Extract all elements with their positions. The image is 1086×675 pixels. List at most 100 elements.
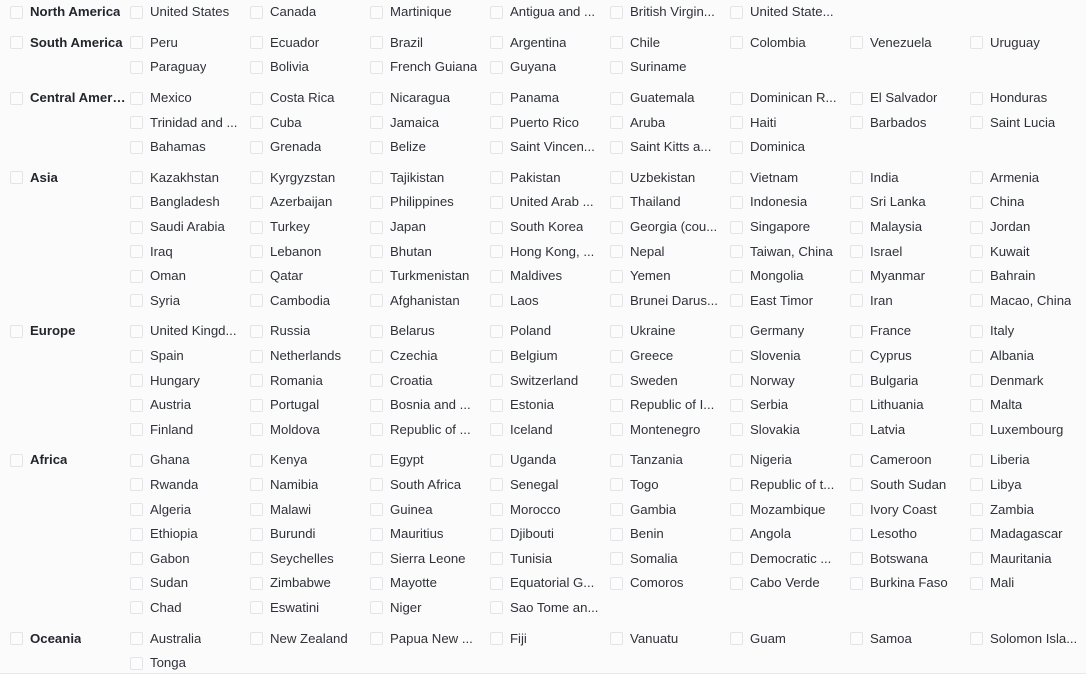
checkbox-unchecked-icon[interactable] bbox=[250, 36, 263, 50]
country-checkbox-togo[interactable]: Togo bbox=[610, 477, 730, 493]
country-checkbox-switzerland[interactable]: Switzerland bbox=[490, 373, 610, 389]
country-checkbox-eswatini[interactable]: Eswatini bbox=[250, 600, 370, 616]
checkbox-unchecked-icon[interactable] bbox=[730, 576, 743, 590]
checkbox-unchecked-icon[interactable] bbox=[250, 527, 263, 541]
checkbox-unchecked-icon[interactable] bbox=[490, 601, 503, 615]
checkbox-unchecked-icon[interactable] bbox=[970, 527, 983, 541]
checkbox-unchecked-icon[interactable] bbox=[130, 91, 143, 105]
country-checkbox-saint-vincen[interactable]: Saint Vincen... bbox=[490, 139, 610, 155]
country-checkbox-nepal[interactable]: Nepal bbox=[610, 244, 730, 260]
country-checkbox-cameroon[interactable]: Cameroon bbox=[850, 452, 970, 468]
country-checkbox-mexico[interactable]: Mexico bbox=[130, 90, 250, 106]
checkbox-unchecked-icon[interactable] bbox=[250, 195, 263, 209]
checkbox-unchecked-icon[interactable] bbox=[130, 453, 143, 467]
country-checkbox-china[interactable]: China bbox=[970, 194, 1086, 210]
country-checkbox-iceland[interactable]: Iceland bbox=[490, 422, 610, 438]
country-checkbox-cambodia[interactable]: Cambodia bbox=[250, 293, 370, 309]
country-checkbox-argentina[interactable]: Argentina bbox=[490, 35, 610, 51]
country-checkbox-somalia[interactable]: Somalia bbox=[610, 551, 730, 567]
checkbox-unchecked-icon[interactable] bbox=[490, 632, 503, 646]
country-checkbox-afghanistan[interactable]: Afghanistan bbox=[370, 293, 490, 309]
country-checkbox-ghana[interactable]: Ghana bbox=[130, 452, 250, 468]
country-checkbox-philippines[interactable]: Philippines bbox=[370, 194, 490, 210]
country-checkbox-dominica[interactable]: Dominica bbox=[730, 139, 850, 155]
checkbox-unchecked-icon[interactable] bbox=[250, 398, 263, 412]
checkbox-unchecked-icon[interactable] bbox=[610, 140, 623, 154]
checkbox-unchecked-icon[interactable] bbox=[490, 91, 503, 105]
checkbox-unchecked-icon[interactable] bbox=[370, 60, 383, 74]
country-checkbox-mali[interactable]: Mali bbox=[970, 575, 1086, 591]
checkbox-unchecked-icon[interactable] bbox=[730, 195, 743, 209]
country-checkbox-bosnia-and[interactable]: Bosnia and ... bbox=[370, 397, 490, 413]
country-checkbox-malawi[interactable]: Malawi bbox=[250, 502, 370, 518]
checkbox-unchecked-icon[interactable] bbox=[610, 398, 623, 412]
checkbox-unchecked-icon[interactable] bbox=[730, 171, 743, 185]
checkbox-unchecked-icon[interactable] bbox=[250, 140, 263, 154]
checkbox-unchecked-icon[interactable] bbox=[490, 374, 503, 388]
country-checkbox-djibouti[interactable]: Djibouti bbox=[490, 526, 610, 542]
country-checkbox-liberia[interactable]: Liberia bbox=[970, 452, 1086, 468]
country-checkbox-bahamas[interactable]: Bahamas bbox=[130, 139, 250, 155]
checkbox-unchecked-icon[interactable] bbox=[970, 349, 983, 363]
country-checkbox-albania[interactable]: Albania bbox=[970, 348, 1086, 364]
checkbox-unchecked-icon[interactable] bbox=[250, 601, 263, 615]
country-checkbox-guinea[interactable]: Guinea bbox=[370, 502, 490, 518]
country-checkbox-india[interactable]: India bbox=[850, 170, 970, 186]
country-checkbox-niger[interactable]: Niger bbox=[370, 600, 490, 616]
checkbox-unchecked-icon[interactable] bbox=[490, 116, 503, 130]
country-checkbox-papua-new[interactable]: Papua New ... bbox=[370, 631, 490, 647]
country-checkbox-british-virgin[interactable]: British Virgin... bbox=[610, 4, 730, 20]
checkbox-unchecked-icon[interactable] bbox=[610, 349, 623, 363]
checkbox-unchecked-icon[interactable] bbox=[730, 5, 743, 19]
country-checkbox-france[interactable]: France bbox=[850, 323, 970, 339]
checkbox-unchecked-icon[interactable] bbox=[730, 324, 743, 338]
checkbox-unchecked-icon[interactable] bbox=[610, 91, 623, 105]
country-checkbox-yemen[interactable]: Yemen bbox=[610, 268, 730, 284]
country-checkbox-malaysia[interactable]: Malaysia bbox=[850, 219, 970, 235]
checkbox-unchecked-icon[interactable] bbox=[370, 36, 383, 50]
checkbox-unchecked-icon[interactable] bbox=[370, 374, 383, 388]
country-checkbox-saint-kitts-a[interactable]: Saint Kitts a... bbox=[610, 139, 730, 155]
country-checkbox-comoros[interactable]: Comoros bbox=[610, 575, 730, 591]
checkbox-unchecked-icon[interactable] bbox=[850, 527, 863, 541]
checkbox-unchecked-icon[interactable] bbox=[610, 60, 623, 74]
region-checkbox-central-ameri[interactable]: Central Ameri... bbox=[0, 90, 130, 106]
checkbox-unchecked-icon[interactable] bbox=[250, 453, 263, 467]
checkbox-unchecked-icon[interactable] bbox=[730, 374, 743, 388]
country-checkbox-syria[interactable]: Syria bbox=[130, 293, 250, 309]
checkbox-unchecked-icon[interactable] bbox=[970, 453, 983, 467]
country-checkbox-benin[interactable]: Benin bbox=[610, 526, 730, 542]
country-checkbox-sierra-leone[interactable]: Sierra Leone bbox=[370, 551, 490, 567]
country-checkbox-grenada[interactable]: Grenada bbox=[250, 139, 370, 155]
checkbox-unchecked-icon[interactable] bbox=[10, 171, 23, 185]
checkbox-unchecked-icon[interactable] bbox=[850, 294, 863, 308]
country-checkbox-luxembourg[interactable]: Luxembourg bbox=[970, 422, 1086, 438]
country-checkbox-uganda[interactable]: Uganda bbox=[490, 452, 610, 468]
checkbox-unchecked-icon[interactable] bbox=[130, 269, 143, 283]
country-checkbox-panama[interactable]: Panama bbox=[490, 90, 610, 106]
checkbox-unchecked-icon[interactable] bbox=[610, 478, 623, 492]
checkbox-unchecked-icon[interactable] bbox=[490, 195, 503, 209]
country-checkbox-el-salvador[interactable]: El Salvador bbox=[850, 90, 970, 106]
checkbox-unchecked-icon[interactable] bbox=[130, 503, 143, 517]
checkbox-unchecked-icon[interactable] bbox=[130, 140, 143, 154]
country-checkbox-belgium[interactable]: Belgium bbox=[490, 348, 610, 364]
country-checkbox-ivory-coast[interactable]: Ivory Coast bbox=[850, 502, 970, 518]
checkbox-unchecked-icon[interactable] bbox=[370, 527, 383, 541]
checkbox-unchecked-icon[interactable] bbox=[370, 552, 383, 566]
country-checkbox-costa-rica[interactable]: Costa Rica bbox=[250, 90, 370, 106]
checkbox-unchecked-icon[interactable] bbox=[130, 60, 143, 74]
country-checkbox-antigua-and[interactable]: Antigua and ... bbox=[490, 4, 610, 20]
country-checkbox-latvia[interactable]: Latvia bbox=[850, 422, 970, 438]
checkbox-unchecked-icon[interactable] bbox=[850, 245, 863, 259]
country-checkbox-sri-lanka[interactable]: Sri Lanka bbox=[850, 194, 970, 210]
country-checkbox-peru[interactable]: Peru bbox=[130, 35, 250, 51]
checkbox-unchecked-icon[interactable] bbox=[250, 324, 263, 338]
country-checkbox-bulgaria[interactable]: Bulgaria bbox=[850, 373, 970, 389]
checkbox-unchecked-icon[interactable] bbox=[370, 220, 383, 234]
checkbox-unchecked-icon[interactable] bbox=[130, 324, 143, 338]
checkbox-unchecked-icon[interactable] bbox=[850, 503, 863, 517]
country-checkbox-greece[interactable]: Greece bbox=[610, 348, 730, 364]
checkbox-unchecked-icon[interactable] bbox=[850, 171, 863, 185]
checkbox-unchecked-icon[interactable] bbox=[610, 576, 623, 590]
